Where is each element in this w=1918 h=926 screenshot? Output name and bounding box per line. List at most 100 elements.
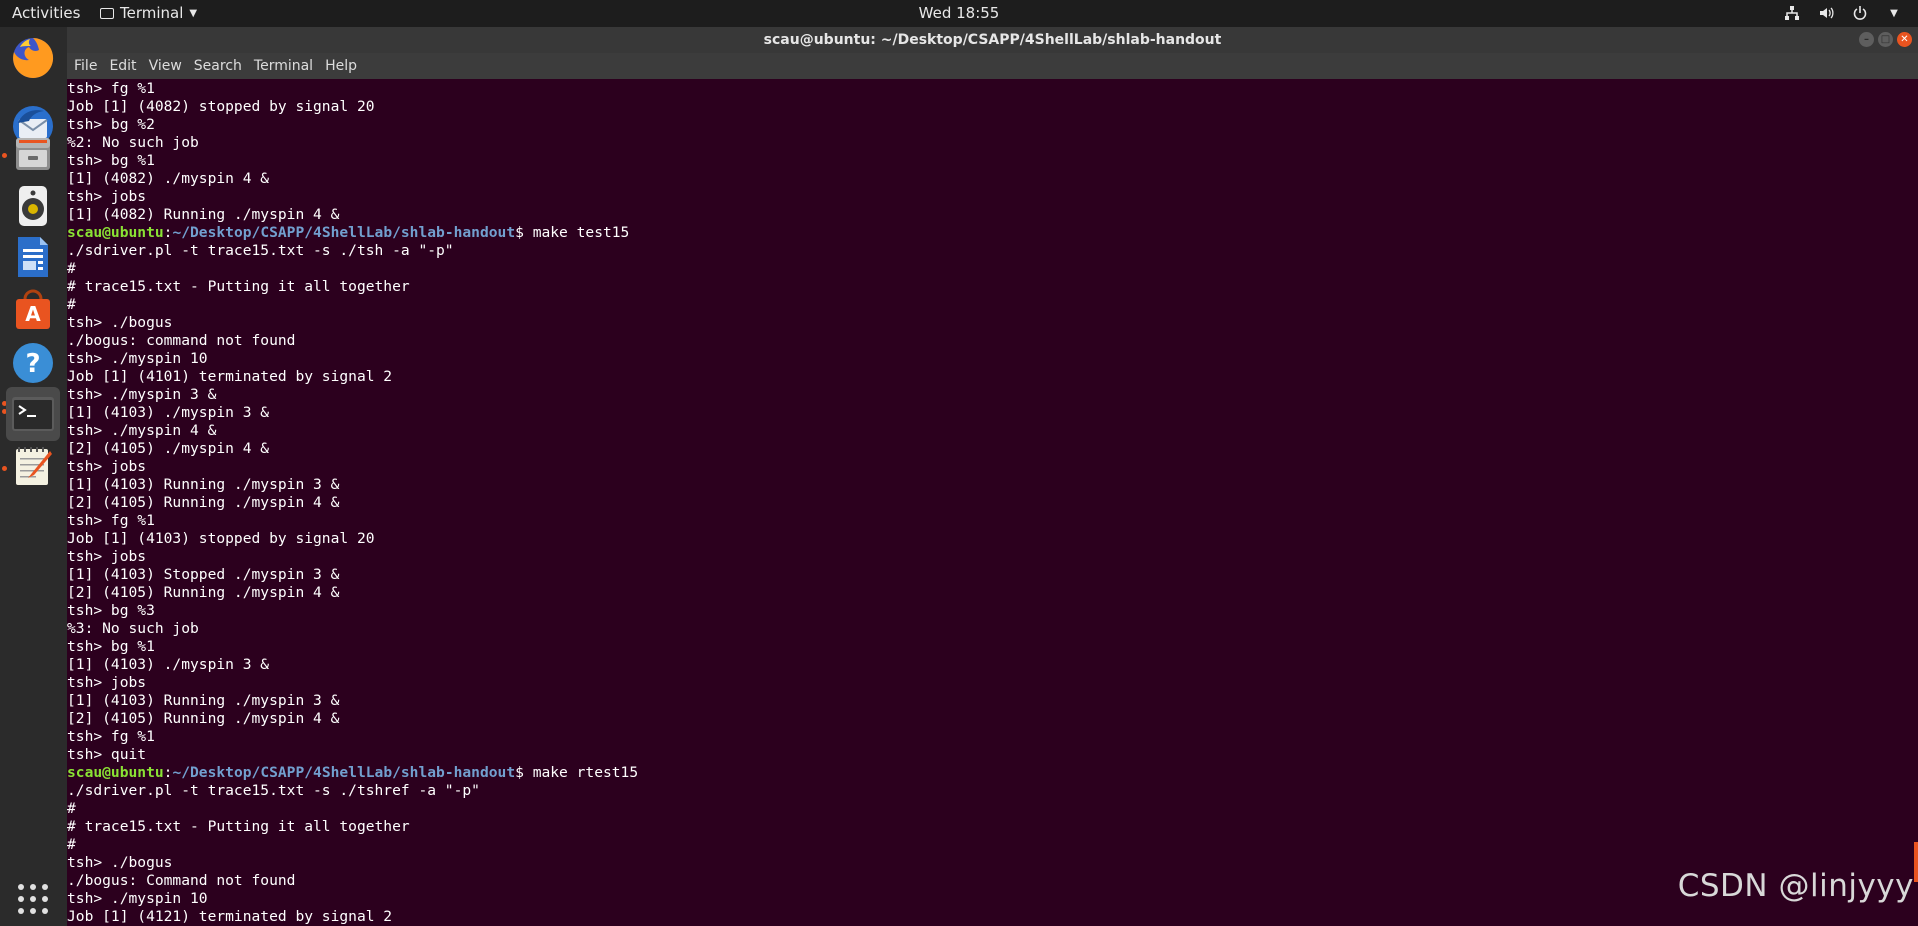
terminal-line: [1] (4103) ./myspin 3 &	[67, 656, 270, 673]
chevron-down-icon: ▼	[189, 7, 198, 19]
terminal-output: tsh> fg %1 Job [1] (4082) stopped by sign…	[67, 80, 638, 926]
close-button[interactable]: ✕	[1897, 32, 1912, 47]
terminal-line: tsh> bg %3	[67, 602, 155, 619]
menu-file[interactable]: File	[69, 58, 102, 74]
window-title: scau@ubuntu: ~/Desktop/CSAPP/4ShellLab/s…	[763, 32, 1222, 48]
terminal-line: #	[67, 260, 76, 277]
menu-terminal[interactable]: Terminal	[249, 58, 318, 74]
terminal-line: Job [1] (4101) terminated by signal 2	[67, 368, 393, 385]
terminal-line: Job [1] (4103) stopped by signal 20	[67, 530, 375, 547]
terminal-line: # trace15.txt - Putting it all together	[67, 818, 410, 835]
menu-view[interactable]: View	[144, 58, 187, 74]
terminal-line: tsh> fg %1	[67, 80, 155, 97]
text-editor-icon	[16, 447, 52, 485]
terminal-line: [1] (4082) ./myspin 4 &	[67, 170, 270, 187]
dock: A ?	[0, 27, 67, 926]
terminal-area[interactable]: tsh> fg %1 Job [1] (4082) stopped by sign…	[67, 80, 1918, 926]
terminal-prompt-line: scau@ubuntu:~/Desktop/CSAPP/4ShellLab/sh…	[67, 764, 638, 782]
menu-edit[interactable]: Edit	[104, 58, 141, 74]
terminal-small-icon	[100, 7, 114, 19]
scrollbar-indicator[interactable]	[1914, 842, 1918, 882]
menu-search[interactable]: Search	[189, 58, 247, 74]
dock-rhythmbox[interactable]	[6, 179, 60, 233]
dock-terminal[interactable]	[6, 387, 60, 441]
dock-libreoffice-writer[interactable]	[6, 230, 60, 284]
prompt-path: ~/Desktop/CSAPP/4ShellLab/shlab-handout	[172, 764, 516, 781]
terminal-line: #	[67, 296, 76, 313]
window-controls: – □ ✕	[1859, 32, 1912, 47]
terminal-line: %2: No such job	[67, 134, 199, 151]
top-bar: Activities Terminal ▼ Wed 18:55 ▼	[0, 0, 1918, 27]
dock-text-editor[interactable]	[6, 439, 60, 493]
terminal-line: tsh> ./bogus	[67, 314, 173, 331]
terminal-line: [1] (4082) Running ./myspin 4 &	[67, 206, 340, 223]
power-icon[interactable]	[1850, 3, 1870, 23]
show-applications-icon	[18, 884, 48, 914]
terminal-line: tsh> jobs	[67, 674, 147, 691]
terminal-line: tsh> jobs	[67, 458, 147, 475]
terminal-line: Job [1] (4082) stopped by signal 20	[67, 98, 375, 115]
app-menu[interactable]: Terminal ▼	[100, 4, 197, 22]
terminal-prompt-line: scau@ubuntu:~/Desktop/CSAPP/4ShellLab/sh…	[67, 224, 638, 242]
rhythmbox-icon	[19, 186, 47, 226]
software-center-icon: A	[16, 289, 50, 329]
terminal-line: [2] (4105) ./myspin 4 &	[67, 440, 270, 457]
system-tray[interactable]: ▼	[1782, 3, 1904, 23]
svg-text:A: A	[25, 302, 41, 326]
minimize-button[interactable]: –	[1859, 32, 1874, 47]
svg-text:?: ?	[25, 349, 40, 379]
terminal-line: [1] (4103) Stopped ./myspin 3 &	[67, 566, 340, 583]
terminal-line: tsh> jobs	[67, 188, 147, 205]
terminal-line: [2] (4105) Running ./myspin 4 &	[67, 584, 340, 601]
terminal-line: ./bogus: command not found	[67, 332, 296, 349]
terminal-line: tsh> ./bogus	[67, 854, 173, 871]
dock-help[interactable]: ?	[6, 336, 60, 390]
app-menu-label: Terminal	[120, 4, 184, 22]
terminal-line: # trace15.txt - Putting it all together	[67, 278, 410, 295]
terminal-line: [2] (4105) Running ./myspin 4 &	[67, 494, 340, 511]
dock-show-applications[interactable]	[6, 872, 60, 926]
terminal-line: tsh> ./myspin 10	[67, 350, 208, 367]
maximize-button[interactable]: □	[1878, 32, 1893, 47]
terminal-line: [2] (4105) Running ./myspin 4 &	[67, 710, 340, 727]
chevron-down-icon[interactable]: ▼	[1884, 3, 1904, 23]
terminal-line: #	[67, 836, 76, 853]
dock-software-center[interactable]: A	[6, 283, 60, 337]
menu-help[interactable]: Help	[320, 58, 362, 74]
terminal-line: tsh> fg %1	[67, 512, 155, 529]
window-titlebar[interactable]: scau@ubuntu: ~/Desktop/CSAPP/4ShellLab/s…	[67, 27, 1918, 53]
terminal-line: tsh> bg %2	[67, 116, 155, 133]
activities-button[interactable]: Activities	[12, 4, 80, 22]
prompt-user: scau@ubuntu	[67, 764, 164, 781]
network-icon[interactable]	[1782, 3, 1802, 23]
dock-files[interactable]	[6, 127, 60, 181]
terminal-line: tsh> ./myspin 10	[67, 890, 208, 907]
terminal-line: [1] (4103) ./myspin 3 &	[67, 404, 270, 421]
terminal-line: tsh> jobs	[67, 548, 147, 565]
terminal-line: ./sdriver.pl -t trace15.txt -s ./tshref …	[67, 782, 480, 799]
terminal-line: ./bogus: Command not found	[67, 872, 296, 889]
terminal-line: %3: No such job	[67, 620, 199, 637]
clock-area: Wed 18:55	[0, 4, 1918, 22]
terminal-line: tsh> fg %1	[67, 728, 155, 745]
terminal-line: tsh> bg %1	[67, 638, 155, 655]
prompt-path: ~/Desktop/CSAPP/4ShellLab/shlab-handout	[172, 224, 516, 241]
prompt-user: scau@ubuntu	[67, 224, 164, 241]
terminal-line: ./sdriver.pl -t trace15.txt -s ./tsh -a …	[67, 242, 454, 259]
volume-icon[interactable]	[1816, 3, 1836, 23]
terminal-line: tsh> ./myspin 3 &	[67, 386, 217, 403]
files-icon	[16, 138, 50, 170]
menu-bar: File Edit View Search Terminal Help	[67, 53, 1918, 79]
help-icon: ?	[13, 343, 53, 383]
watermark: CSDN @linjyyy	[1677, 868, 1914, 904]
libreoffice-writer-icon	[18, 237, 48, 277]
dock-firefox[interactable]	[6, 31, 60, 85]
terminal-line: #	[67, 800, 76, 817]
prompt-command: $ make test15	[515, 224, 630, 241]
terminal-line: [1] (4103) Running ./myspin 3 &	[67, 692, 340, 709]
terminal-line: tsh> quit	[67, 746, 147, 763]
terminal-line: tsh> ./myspin 4 &	[67, 422, 217, 439]
terminal-line: tsh> bg %1	[67, 152, 155, 169]
clock[interactable]: Wed 18:55	[919, 4, 1000, 22]
terminal-line: Job [1] (4121) terminated by signal 2	[67, 908, 393, 925]
